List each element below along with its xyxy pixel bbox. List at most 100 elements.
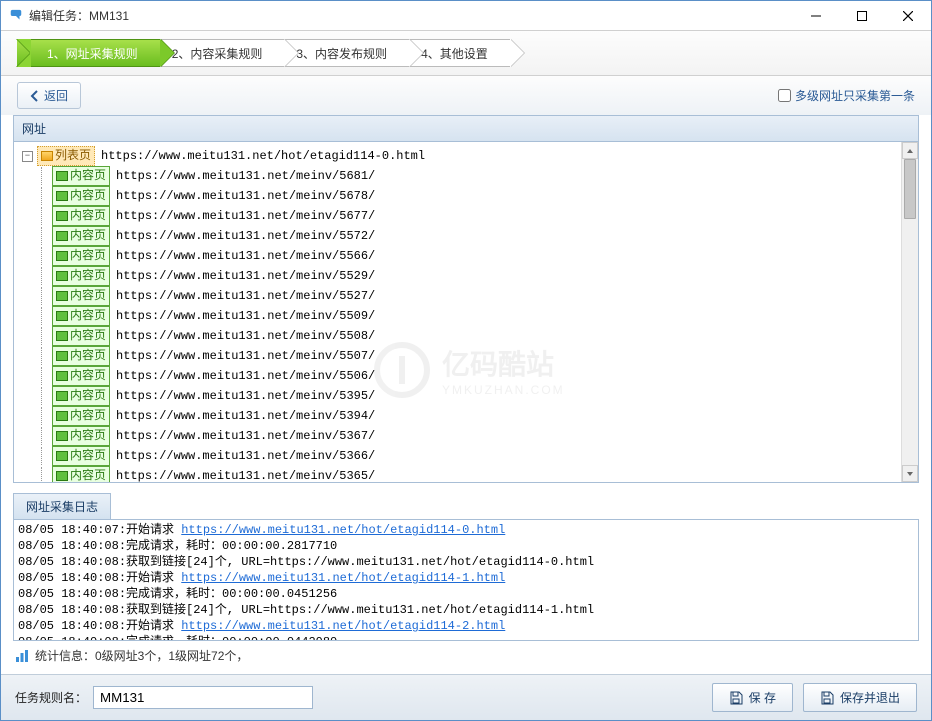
content-page-badge: 内容页	[52, 246, 110, 266]
tree-url: https://www.meitu131.net/meinv/5572/	[116, 227, 375, 245]
tree-url: https://www.meitu131.net/meinv/5366/	[116, 447, 375, 465]
tree-url: https://www.meitu131.net/meinv/5506/	[116, 367, 375, 385]
multi-level-first-only-input[interactable]	[778, 89, 791, 102]
tree-child-row[interactable]: 内容页 https://www.meitu131.net/meinv/5572/	[22, 226, 914, 246]
tree-url: https://www.meitu131.net/meinv/5527/	[116, 287, 375, 305]
log-line: 08/05 18:40:08:完成请求，耗时：00:00:00.0451256	[18, 586, 914, 602]
log-tab[interactable]: 网址采集日志	[13, 493, 111, 519]
multi-level-first-only-label: 多级网址只采集第一条	[795, 87, 915, 104]
titlebar: 编辑任务：MM131	[1, 1, 931, 31]
step-tab-label: 4、其他设置	[421, 45, 488, 62]
footer: 任务规则名： 保 存 保存并退出	[1, 674, 931, 720]
log-line: 08/05 18:40:08:开始请求 https://www.meitu131…	[18, 618, 914, 634]
tree-url: https://www.meitu131.net/meinv/5509/	[116, 307, 375, 325]
tree-child-row[interactable]: 内容页 https://www.meitu131.net/meinv/5367/	[22, 426, 914, 446]
tree-child-row[interactable]: 内容页 https://www.meitu131.net/meinv/5506/	[22, 366, 914, 386]
chevron-left-icon	[30, 90, 40, 102]
tree-child-row[interactable]: 内容页 https://www.meitu131.net/meinv/5508/	[22, 326, 914, 346]
content-page-badge: 内容页	[52, 426, 110, 446]
tree-child-row[interactable]: 内容页 https://www.meitu131.net/meinv/5566/	[22, 246, 914, 266]
scroll-thumb[interactable]	[904, 159, 916, 219]
step-tab-label: 1、网址采集规则	[47, 45, 138, 62]
log-link[interactable]: https://www.meitu131.net/hot/etagid114-1…	[181, 571, 505, 585]
step-tabs: 1、网址采集规则 2、内容采集规则 3、内容发布规则 4、其他设置	[1, 31, 931, 76]
tree-url: https://www.meitu131.net/meinv/5566/	[116, 247, 375, 265]
collapse-icon[interactable]: −	[22, 151, 33, 162]
tree-child-row[interactable]: 内容页 https://www.meitu131.net/meinv/5509/	[22, 306, 914, 326]
back-label: 返回	[44, 87, 68, 104]
tree-child-row[interactable]: 内容页 https://www.meitu131.net/meinv/5365/	[22, 466, 914, 483]
tree-url: https://www.meitu131.net/meinv/5365/	[116, 467, 375, 483]
maximize-button[interactable]	[839, 1, 885, 30]
save-icon	[729, 691, 743, 705]
log-line: 08/05 18:40:08:完成请求，耗时：00:00:00.0442980	[18, 634, 914, 641]
content-page-badge: 内容页	[52, 266, 110, 286]
step-tab-1[interactable]: 1、网址采集规则	[17, 39, 160, 67]
tree-child-row[interactable]: 内容页 https://www.meitu131.net/meinv/5678/	[22, 186, 914, 206]
scroll-up-button[interactable]	[902, 142, 918, 159]
log-line: 08/05 18:40:07:开始请求 https://www.meitu131…	[18, 522, 914, 538]
url-tree-panel[interactable]: −列表页https://www.meitu131.net/hot/etagid1…	[13, 142, 919, 483]
tree-url: https://www.meitu131.net/hot/etagid114-0…	[101, 147, 425, 165]
app-window: 编辑任务：MM131 1、网址采集规则 2、内容采集规则 3、内容发布规则 4、其他设…	[0, 0, 932, 721]
tree-url: https://www.meitu131.net/meinv/5395/	[116, 387, 375, 405]
tree-url: https://www.meitu131.net/meinv/5529/	[116, 267, 375, 285]
tree-child-row[interactable]: 内容页 https://www.meitu131.net/meinv/5677/	[22, 206, 914, 226]
rule-name-input[interactable]	[93, 686, 313, 709]
step-tab-label: 3、内容发布规则	[296, 45, 387, 62]
app-icon	[9, 9, 23, 23]
url-column-header: 网址	[22, 120, 509, 137]
tree-url: https://www.meitu131.net/meinv/5508/	[116, 327, 375, 345]
tree-root-row[interactable]: −列表页https://www.meitu131.net/hot/etagid1…	[22, 146, 914, 166]
log-box[interactable]: 08/05 18:40:07:开始请求 https://www.meitu131…	[13, 519, 919, 641]
content-page-badge: 内容页	[52, 386, 110, 406]
content-page-badge: 内容页	[52, 286, 110, 306]
tree-child-row[interactable]: 内容页 https://www.meitu131.net/meinv/5529/	[22, 266, 914, 286]
log-link[interactable]: https://www.meitu131.net/hot/etagid114-0…	[181, 523, 505, 537]
content-page-badge: 内容页	[52, 306, 110, 326]
tree-url: https://www.meitu131.net/meinv/5681/	[116, 167, 375, 185]
scroll-down-button[interactable]	[902, 465, 918, 482]
tree-child-row[interactable]: 内容页 https://www.meitu131.net/meinv/5394/	[22, 406, 914, 426]
toolbar: 返回 多级网址只采集第一条	[1, 76, 931, 115]
log-line: 08/05 18:40:08:完成请求，耗时：00:00:00.2817710	[18, 538, 914, 554]
rule-name-label: 任务规则名：	[15, 689, 87, 706]
save-exit-button[interactable]: 保存并退出	[803, 683, 917, 712]
save-button[interactable]: 保 存	[712, 683, 793, 712]
step-tab-label: 2、内容采集规则	[172, 45, 263, 62]
content-page-badge: 内容页	[52, 206, 110, 226]
content-page-badge: 内容页	[52, 446, 110, 466]
content-page-badge: 内容页	[52, 366, 110, 386]
tree-url: https://www.meitu131.net/meinv/5677/	[116, 207, 375, 225]
back-button[interactable]: 返回	[17, 82, 81, 109]
content-page-badge: 内容页	[52, 466, 110, 483]
log-line: 08/05 18:40:08:获取到链接[24]个, URL=https://w…	[18, 554, 914, 570]
tree-url: https://www.meitu131.net/meinv/5367/	[116, 427, 375, 445]
tree-child-row[interactable]: 内容页 https://www.meitu131.net/meinv/5527/	[22, 286, 914, 306]
tree-url: https://www.meitu131.net/meinv/5507/	[116, 347, 375, 365]
tree-child-row[interactable]: 内容页 https://www.meitu131.net/meinv/5507/	[22, 346, 914, 366]
tree-scrollbar[interactable]	[901, 142, 918, 482]
save-label: 保 存	[749, 689, 776, 706]
tree-child-row[interactable]: 内容页 https://www.meitu131.net/meinv/5366/	[22, 446, 914, 466]
stats-row: 统计信息：0级网址3个，1级网址72个，	[13, 641, 919, 666]
minimize-button[interactable]	[793, 1, 839, 30]
multi-level-first-only-checkbox[interactable]: 多级网址只采集第一条	[778, 87, 915, 104]
content-page-badge: 内容页	[52, 166, 110, 186]
tree-child-row[interactable]: 内容页 https://www.meitu131.net/meinv/5395/	[22, 386, 914, 406]
content-page-badge: 内容页	[52, 406, 110, 426]
bar-chart-icon	[15, 649, 29, 663]
save-icon	[820, 691, 834, 705]
content-page-badge: 内容页	[52, 326, 110, 346]
content-page-badge: 内容页	[52, 346, 110, 366]
save-exit-label: 保存并退出	[840, 689, 900, 706]
tree-url: https://www.meitu131.net/meinv/5394/	[116, 407, 375, 425]
log-line: 08/05 18:40:08:获取到链接[24]个, URL=https://w…	[18, 602, 914, 618]
tree-child-row[interactable]: 内容页 https://www.meitu131.net/meinv/5681/	[22, 166, 914, 186]
log-link[interactable]: https://www.meitu131.net/hot/etagid114-2…	[181, 619, 505, 633]
log-line: 08/05 18:40:08:开始请求 https://www.meitu131…	[18, 570, 914, 586]
close-button[interactable]	[885, 1, 931, 30]
content-page-badge: 内容页	[52, 226, 110, 246]
tree-url: https://www.meitu131.net/meinv/5678/	[116, 187, 375, 205]
content-page-badge: 内容页	[52, 186, 110, 206]
